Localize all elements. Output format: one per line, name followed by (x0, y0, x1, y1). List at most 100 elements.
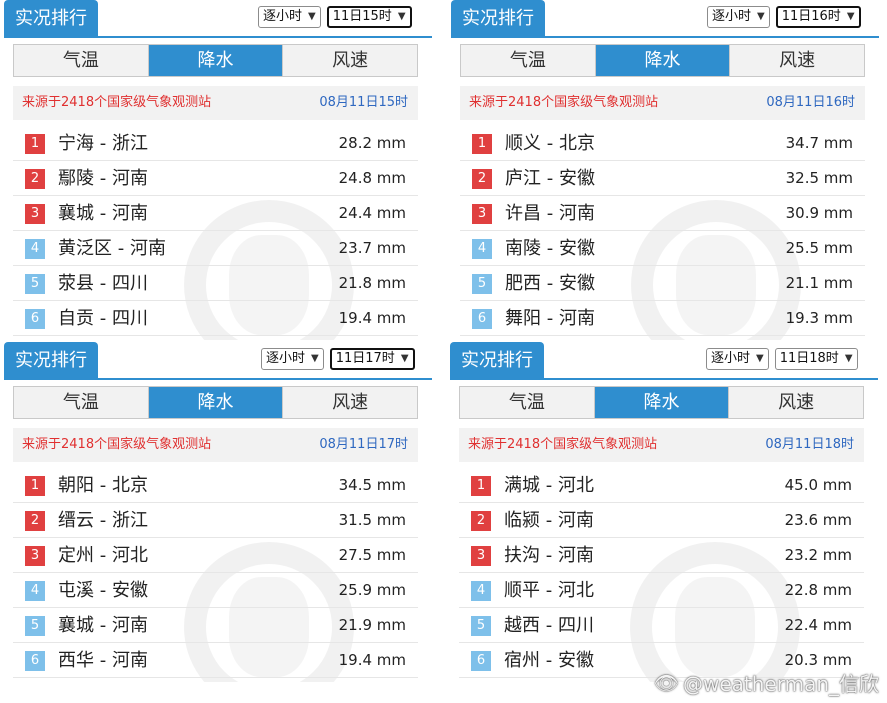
table-row[interactable]: 1 宁海 - 浙江 28.2 mm (13, 126, 418, 161)
tab-precipitation[interactable]: 降水 (148, 387, 284, 418)
table-row[interactable]: 3 许昌 - 河南 30.9 mm (460, 196, 865, 231)
source-text: 来源于2418个国家级气象观测站 (22, 95, 212, 110)
hour-select[interactable]: 11日17时 ▼ (329, 348, 415, 370)
observation-time: 08月11日16时 (766, 95, 855, 110)
precip-value: 30.9 mm (785, 204, 853, 222)
source-bar: 来源于2418个国家级气象观测站 08月11日18时 (459, 428, 864, 462)
tab-wind-speed[interactable]: 风速 (283, 387, 418, 418)
station-name: 襄城 - 河南 (58, 615, 148, 636)
tab-temperature[interactable]: 气温 (14, 387, 149, 418)
rank-badge: 6 (472, 309, 492, 329)
rank-badge: 1 (472, 134, 492, 154)
table-row[interactable]: 3 定州 - 河北 27.5 mm (13, 538, 418, 573)
rank-badge: 3 (25, 546, 45, 566)
hour-select-value: 11日16时 (781, 9, 841, 24)
table-row[interactable]: 1 朝阳 - 北京 34.5 mm (13, 468, 418, 503)
ranking-list: 1 宁海 - 浙江 28.2 mm 2 鄢陵 - 河南 24.8 mm 3 襄城… (13, 126, 418, 336)
rank-badge: 1 (25, 476, 45, 496)
table-row[interactable]: 2 鄢陵 - 河南 24.8 mm (13, 161, 418, 196)
station-name: 顺平 - 河北 (504, 580, 594, 601)
station-name: 庐江 - 安徽 (505, 168, 595, 189)
select-group: 逐小时 ▼ 11日16时 ▼ (707, 6, 861, 28)
metric-tabs: 气温 降水 风速 (13, 44, 418, 77)
tab-wind-speed[interactable]: 风速 (729, 387, 864, 418)
tab-temperature[interactable]: 气温 (461, 45, 596, 76)
rank-badge: 2 (471, 511, 491, 531)
precip-value: 25.9 mm (338, 581, 406, 599)
precip-value: 21.9 mm (338, 616, 406, 634)
hour-select[interactable]: 11日18时 ▼ (774, 348, 858, 370)
table-row[interactable]: 5 襄城 - 河南 21.9 mm (13, 608, 418, 643)
mode-select[interactable]: 逐小时 ▼ (706, 348, 769, 370)
mode-select-value: 逐小时 (711, 351, 751, 366)
table-row[interactable]: 1 满城 - 河北 45.0 mm (459, 468, 864, 503)
hour-select-value: 11日15时 (332, 9, 392, 24)
tab-precipitation[interactable]: 降水 (148, 45, 284, 76)
table-row[interactable]: 6 西华 - 河南 19.4 mm (13, 643, 418, 678)
panel-title: 实况排行 (4, 342, 98, 380)
mode-select-value: 逐小时 (263, 9, 303, 24)
source-bar: 来源于2418个国家级气象观测站 08月11日15时 (13, 86, 418, 120)
table-row[interactable]: 1 顺义 - 北京 34.7 mm (460, 126, 865, 161)
metric-tabs: 气温 降水 风速 (459, 386, 864, 419)
chevron-down-icon: ▼ (756, 353, 764, 364)
table-row[interactable]: 3 扶沟 - 河南 23.2 mm (459, 538, 864, 573)
station-name: 宿州 - 安徽 (504, 650, 594, 671)
hour-select[interactable]: 11日15时 ▼ (326, 6, 412, 28)
table-row[interactable]: 4 南陵 - 安徽 25.5 mm (460, 231, 865, 266)
mode-select[interactable]: 逐小时 ▼ (707, 6, 770, 28)
rank-badge: 4 (471, 581, 491, 601)
tab-precipitation[interactable]: 降水 (595, 45, 731, 76)
precip-value: 21.8 mm (338, 274, 406, 292)
precip-value: 32.5 mm (785, 169, 853, 187)
table-row[interactable]: 5 肥西 - 安徽 21.1 mm (460, 266, 865, 301)
precip-value: 24.4 mm (338, 204, 406, 222)
hour-select-value: 11日17时 (335, 351, 395, 366)
station-name: 舞阳 - 河南 (505, 308, 595, 329)
table-row[interactable]: 6 自贡 - 四川 19.4 mm (13, 301, 418, 336)
select-group: 逐小时 ▼ 11日15时 ▼ (258, 6, 412, 28)
station-name: 朝阳 - 北京 (58, 475, 148, 496)
precip-value: 23.2 mm (784, 546, 852, 564)
rank-badge: 1 (25, 134, 45, 154)
source-text: 来源于2418个国家级气象观测站 (468, 437, 658, 452)
station-name: 临颍 - 河南 (504, 510, 594, 531)
hour-select[interactable]: 11日16时 ▼ (775, 6, 861, 28)
metric-tabs: 气温 降水 风速 (460, 44, 865, 77)
source-bar: 来源于2418个国家级气象观测站 08月11日16时 (460, 86, 865, 120)
table-row[interactable]: 5 越西 - 四川 22.4 mm (459, 608, 864, 643)
precip-value: 19.3 mm (785, 309, 853, 327)
table-row[interactable]: 2 临颍 - 河南 23.6 mm (459, 503, 864, 538)
precip-value: 23.6 mm (784, 511, 852, 529)
table-row[interactable]: 2 庐江 - 安徽 32.5 mm (460, 161, 865, 196)
tab-wind-speed[interactable]: 风速 (730, 45, 865, 76)
rank-badge: 6 (25, 309, 45, 329)
header-underline (451, 36, 879, 38)
table-row[interactable]: 4 屯溪 - 安徽 25.9 mm (13, 573, 418, 608)
tab-temperature[interactable]: 气温 (460, 387, 595, 418)
mode-select[interactable]: 逐小时 ▼ (258, 6, 321, 28)
tab-wind-speed[interactable]: 风速 (283, 45, 418, 76)
station-name: 鄢陵 - 河南 (58, 168, 148, 189)
panel-title: 实况排行 (4, 0, 98, 38)
table-row[interactable]: 6 舞阳 - 河南 19.3 mm (460, 301, 865, 336)
mode-select-value: 逐小时 (266, 351, 306, 366)
tab-precipitation[interactable]: 降水 (594, 387, 730, 418)
source-text: 来源于2418个国家级气象观测站 (22, 437, 212, 452)
rank-badge: 4 (472, 239, 492, 259)
tab-temperature[interactable]: 气温 (14, 45, 149, 76)
rank-badge: 4 (25, 581, 45, 601)
observation-time: 08月11日18时 (765, 437, 854, 452)
precip-value: 34.7 mm (785, 134, 853, 152)
table-row[interactable]: 3 襄城 - 河南 24.4 mm (13, 196, 418, 231)
table-row[interactable]: 4 黄泛区 - 河南 23.7 mm (13, 231, 418, 266)
mode-select[interactable]: 逐小时 ▼ (261, 348, 324, 370)
precip-value: 21.1 mm (785, 274, 853, 292)
table-row[interactable]: 2 缙云 - 浙江 31.5 mm (13, 503, 418, 538)
precip-value: 27.5 mm (338, 546, 406, 564)
metric-tabs: 气温 降水 风速 (13, 386, 418, 419)
rank-badge: 6 (25, 651, 45, 671)
station-name: 屯溪 - 安徽 (58, 580, 148, 601)
table-row[interactable]: 5 荥县 - 四川 21.8 mm (13, 266, 418, 301)
table-row[interactable]: 4 顺平 - 河北 22.8 mm (459, 573, 864, 608)
